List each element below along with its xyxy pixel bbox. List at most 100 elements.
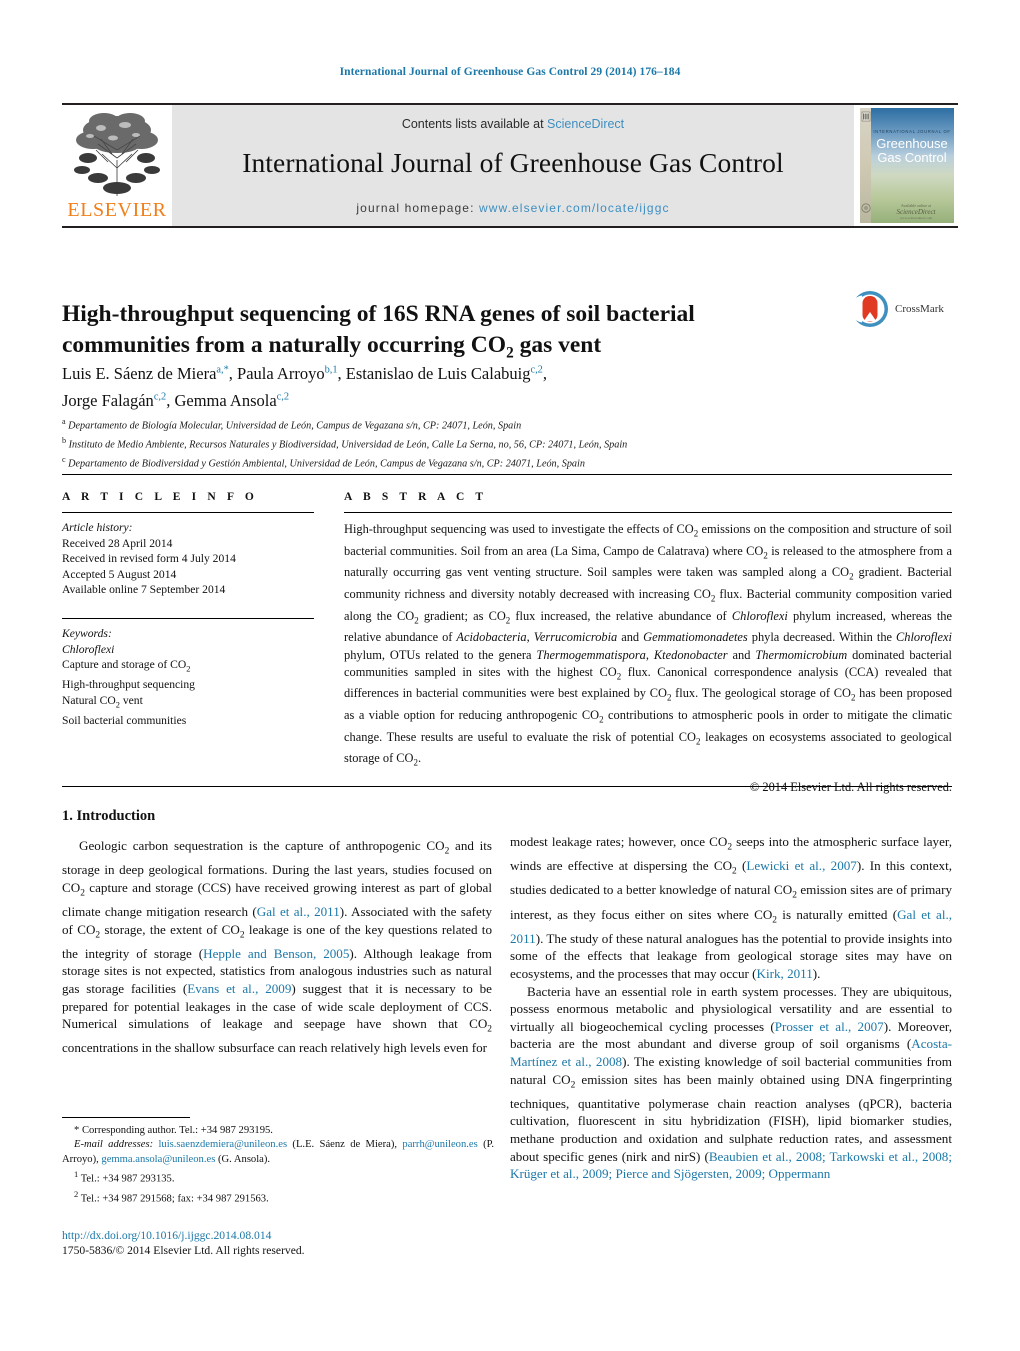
article-info-heading: A R T I C L E I N F O — [62, 491, 258, 503]
email-link[interactable]: parrh@unileon.es — [402, 1139, 477, 1150]
author-sep: , — [228, 363, 238, 383]
elsevier-tree-icon — [74, 113, 160, 196]
citation-link[interactable]: Gal et al., 2011 — [257, 904, 340, 919]
author-sep: , — [542, 363, 547, 383]
svg-text:Gas Control: Gas Control — [877, 150, 946, 165]
keywords-block: Keywords: Chloroflexi Capture and storag… — [62, 617, 314, 728]
author-name: Luis E. Sáenz de Miera — [62, 363, 217, 383]
svg-text:www.sciencedirect.com: www.sciencedirect.com — [900, 216, 933, 220]
article-page: International Journal of Greenhouse Gas … — [0, 0, 1020, 1351]
author-marks: c,2 — [530, 364, 543, 375]
footnote-tel-2: 2 Tel.: +34 987 291568; fax: +34 987 291… — [62, 1187, 494, 1207]
contents-list-line: Contents lists available at ScienceDirec… — [172, 117, 854, 131]
citation-link[interactable]: Gal et al., 2011 — [510, 907, 952, 946]
footnote-divider — [62, 1117, 190, 1118]
abstract-column: A B S T R A C T High-throughput sequenci… — [344, 491, 952, 795]
doi-link[interactable]: http://dx.doi.org/10.1016/j.ijggc.2014.0… — [62, 1228, 502, 1243]
title-line-2b: gas vent — [513, 331, 602, 358]
citation-link[interactable]: Hepple and Benson, 2005 — [203, 946, 349, 961]
title-line-2a: communities from a naturally occurring C… — [62, 331, 507, 358]
email-owner: (G. Ansola). — [215, 1153, 271, 1165]
journal-homepage-line: journal homepage: www.elsevier.com/locat… — [172, 201, 854, 215]
corresponding-author-note: * Corresponding author. Tel.: +34 987 29… — [74, 1125, 273, 1136]
history-item: Received in revised form 4 July 2014 — [62, 552, 236, 566]
crossmark-label: CrossMark — [895, 303, 944, 315]
doi-block: http://dx.doi.org/10.1016/j.ijggc.2014.0… — [62, 1228, 502, 1259]
masthead-center: Contents lists available at ScienceDirec… — [172, 105, 854, 226]
author-marks: c,2 — [276, 391, 290, 403]
journal-title: International Journal of Greenhouse Gas … — [242, 147, 784, 178]
svg-text:ScienceDirect: ScienceDirect — [897, 208, 937, 216]
affiliation-item: a Departamento de Biología Molecular, Un… — [62, 415, 952, 434]
history-item: Received 28 April 2014 — [62, 536, 173, 550]
abstract-text: High-throughput sequencing was used to i… — [344, 522, 953, 768]
affiliation-list: a Departamento de Biología Molecular, Un… — [62, 415, 952, 472]
abstract-copyright: © 2014 Elsevier Ltd. All rights reserved… — [749, 780, 952, 795]
keyword-item: High-throughput sequencing — [62, 678, 195, 692]
article-history-block: Article history: Received 28 April 2014 … — [62, 520, 314, 598]
running-head: International Journal of Greenhouse Gas … — [339, 66, 681, 78]
body-left-column: 1. Introduction Geologic carbon sequestr… — [62, 808, 492, 1057]
contents-prefix: Contents lists available at — [401, 117, 548, 131]
journal-cover-thumbnail: INTERNATIONAL JOURNAL OF Greenhouse Gas … — [854, 105, 958, 226]
citation-link[interactable]: Evans et al., 2009 — [187, 981, 291, 996]
title-line-1: High-throughput sequencing of 16S RNA ge… — [62, 300, 695, 327]
author-marks: b,1 — [324, 364, 338, 375]
crossmark-icon — [851, 291, 888, 327]
email-link[interactable]: luis.saenzdemiera@unileon.es — [158, 1139, 287, 1150]
article-history-label: Article history: — [62, 521, 133, 534]
affiliation-text: Instituto de Medio Ambiente, Recursos Na… — [68, 439, 628, 451]
elsevier-logo: ELSEVIER — [62, 105, 172, 226]
citation-link[interactable]: Prosser et al., 2007 — [775, 1019, 884, 1034]
author-item: Luis E. Sáenz de Mieraa,*, — [62, 364, 237, 383]
abstract-heading: A B S T R A C T — [344, 491, 488, 503]
elsevier-wordmark: ELSEVIER — [67, 199, 167, 221]
homepage-url-link[interactable]: www.elsevier.com/locate/ijggc — [479, 201, 670, 215]
history-item: Available online 7 September 2014 — [62, 583, 226, 597]
keyword-item: Natural CO2 vent — [62, 693, 143, 709]
affiliation-text: Departamento de Biodiversidad y Gestión … — [68, 458, 585, 470]
email-note: E-mail addresses: luis.saenzdemiera@unil… — [62, 1138, 494, 1167]
keyword-item: Chloroflexi — [62, 642, 115, 656]
keyword-item: Capture and storage of CO2 — [62, 658, 191, 674]
affiliation-mark: b — [62, 435, 67, 445]
email-label: E-mail addresses: — [74, 1139, 154, 1151]
body-right-column: modest leakage rates; however, once CO2 … — [510, 833, 952, 1183]
homepage-prefix: journal homepage: — [356, 201, 479, 215]
citation-link[interactable]: Beaubien et al., 2008; Tarkowski et al.,… — [510, 1149, 952, 1182]
author-marks: a,* — [216, 364, 229, 375]
author-list: Luis E. Sáenz de Mieraa,*, Paula Arroyob… — [62, 358, 822, 413]
citation-link[interactable]: Lewicki et al., 2007 — [746, 858, 856, 873]
author-marks: c,2 — [153, 391, 167, 403]
citation-link[interactable]: Kirk, 2011 — [757, 966, 813, 981]
affiliation-text: Departamento de Biología Molecular, Univ… — [68, 420, 522, 432]
keywords-divider — [62, 617, 314, 619]
email-owner: (L.E. Sáenz de Miera), — [287, 1139, 398, 1151]
author-name: Estanislao de Luis Calabuig — [345, 363, 531, 383]
citation-link[interactable]: Acosta-Martínez et al., 2008 — [510, 1036, 952, 1069]
journal-masthead: ELSEVIER Contents lists available at Sci… — [62, 103, 958, 228]
footnote-tel-1: 1 Tel.: +34 987 293135. — [62, 1167, 494, 1187]
sciencedirect-link[interactable]: ScienceDirect — [547, 117, 624, 131]
crossmark-badge[interactable]: CrossMark — [851, 286, 951, 332]
author-name: Jorge Falagán — [62, 391, 154, 410]
author-item: Estanislao de Luis Calabuigc,2, — [346, 364, 547, 383]
email-link[interactable]: gemma.ansola@unileon.es — [101, 1154, 215, 1165]
footnote-tel-text: Tel.: +34 987 291568; fax: +34 987 29156… — [80, 1193, 269, 1205]
svg-text:INTERNATIONAL JOURNAL OF: INTERNATIONAL JOURNAL OF — [873, 129, 950, 134]
affiliation-item: b Instituto de Medio Ambiente, Recursos … — [62, 434, 952, 453]
svg-text:Greenhouse: Greenhouse — [876, 136, 948, 151]
affiliation-mark: c — [62, 454, 66, 464]
footnote-block: * Corresponding author. Tel.: +34 987 29… — [62, 1124, 494, 1207]
author-name: Paula Arroyo — [237, 363, 325, 383]
cover-image: INTERNATIONAL JOURNAL OF Greenhouse Gas … — [860, 108, 954, 223]
footnote-mark: 2 — [74, 1189, 79, 1200]
paragraph: Bacteria have an essential role in earth… — [510, 983, 952, 1182]
affiliation-item: c Departamento de Biodiversidad y Gestió… — [62, 453, 952, 472]
issn-copyright: 1750-5836/© 2014 Elsevier Ltd. All right… — [62, 1244, 305, 1258]
affiliation-mark: a — [62, 417, 66, 426]
author-sep: , — [337, 363, 346, 383]
paragraph: modest leakage rates; however, once CO2 … — [510, 834, 953, 981]
section-heading-introduction: 1. Introduction — [62, 808, 156, 824]
article-info-divider — [62, 512, 314, 513]
